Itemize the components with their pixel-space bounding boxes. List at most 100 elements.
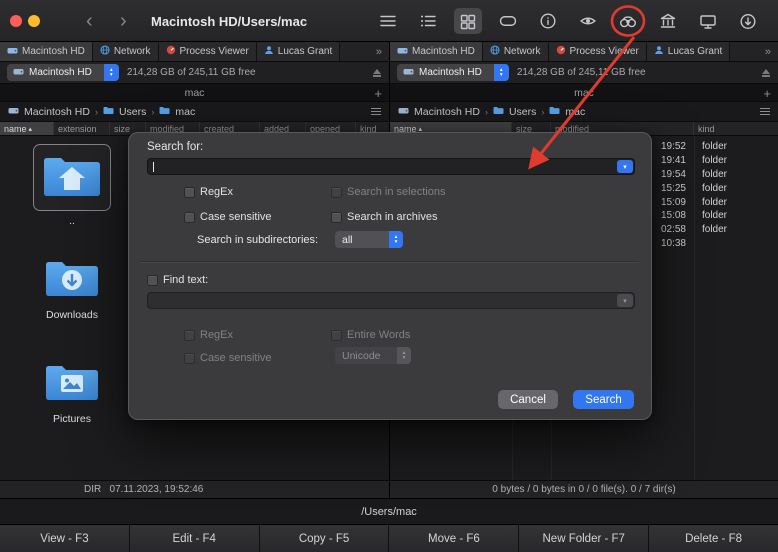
preview-eye-icon[interactable] bbox=[574, 8, 602, 34]
dual-pane-toggle-icon[interactable] bbox=[494, 8, 522, 34]
edit-f4-button[interactable]: Edit - F4 bbox=[130, 525, 260, 552]
right-tabbar: Macintosh HD Network Process Viewer Luca… bbox=[390, 42, 778, 62]
command-line[interactable]: /Users/mac bbox=[0, 498, 778, 524]
tab-lucas-grant[interactable]: Lucas Grant bbox=[647, 42, 730, 61]
forward-button[interactable]: › bbox=[120, 0, 127, 42]
cancel-button[interactable]: Cancel bbox=[498, 390, 558, 409]
left-status-bar: DIR 07.11.2023, 19:52:46 bbox=[0, 480, 389, 498]
breadcrumb-segment[interactable]: mac bbox=[175, 106, 195, 118]
tab-network[interactable]: Network bbox=[93, 42, 159, 61]
menu-icon[interactable] bbox=[374, 8, 402, 34]
download-icon[interactable] bbox=[734, 8, 762, 34]
find-case-sensitive-checkbox: Case sensitive bbox=[184, 352, 272, 364]
path-tab-label: mac bbox=[185, 87, 205, 99]
tab-overflow-icon[interactable]: » bbox=[369, 42, 389, 61]
tab-label: Lucas Grant bbox=[668, 46, 722, 57]
drive-icon bbox=[403, 67, 414, 79]
search-in-selections-checkbox: Search in selections bbox=[331, 186, 445, 198]
checkbox-box bbox=[184, 187, 195, 198]
find-regex-checkbox: RegEx bbox=[184, 329, 233, 341]
list-item[interactable]: Pictures bbox=[28, 358, 116, 425]
drive-select[interactable]: Macintosh HD ▴▾ bbox=[7, 64, 119, 81]
process-viewer-gauge-icon bbox=[166, 45, 176, 58]
tab-process-viewer[interactable]: Process Viewer bbox=[159, 42, 257, 61]
add-tab-button[interactable]: + bbox=[763, 84, 771, 102]
display-icon[interactable] bbox=[694, 8, 722, 34]
bank-icon[interactable] bbox=[654, 8, 682, 34]
add-tab-button[interactable]: + bbox=[374, 84, 382, 102]
find-text-input: ▾ bbox=[147, 292, 635, 309]
breadcrumb-menu-icon[interactable] bbox=[760, 108, 770, 116]
tab-macintosh-hd[interactable]: Macintosh HD bbox=[390, 42, 483, 61]
chevron-right-icon: › bbox=[151, 107, 154, 117]
checkbox-box bbox=[331, 212, 342, 223]
search-in-archives-checkbox[interactable]: Search in archives bbox=[331, 211, 438, 223]
subdirectories-value: all bbox=[342, 234, 353, 246]
drive-select[interactable]: Macintosh HD ▴▾ bbox=[397, 64, 509, 81]
column-header-extension[interactable]: extension bbox=[54, 122, 110, 135]
copy-f5-button[interactable]: Copy - F5 bbox=[260, 525, 390, 552]
tab-lucas-grant[interactable]: Lucas Grant bbox=[257, 42, 340, 61]
breadcrumb-segment[interactable]: Macintosh HD bbox=[24, 106, 90, 118]
user-icon bbox=[654, 45, 664, 58]
breadcrumb-menu-icon[interactable] bbox=[371, 108, 381, 116]
list-item[interactable]: Downloads bbox=[28, 254, 116, 321]
close-button[interactable] bbox=[10, 15, 22, 27]
breadcrumb-segment[interactable]: Macintosh HD bbox=[414, 106, 480, 118]
view-f3-button[interactable]: View - F3 bbox=[0, 525, 130, 552]
find-text-checkbox[interactable]: Find text: bbox=[147, 274, 208, 286]
chevron-right-icon: › bbox=[541, 107, 544, 117]
stepper-icon: ▴▾ bbox=[104, 64, 119, 81]
right-path-tab[interactable]: mac + bbox=[390, 84, 778, 102]
column-header-kind[interactable]: kind bbox=[694, 122, 778, 135]
grid-view-icon[interactable] bbox=[454, 8, 482, 34]
network-globe-icon bbox=[490, 45, 500, 58]
path-tab-label: mac bbox=[574, 87, 594, 99]
item-label: .. bbox=[69, 215, 75, 227]
regex-checkbox[interactable]: RegEx bbox=[184, 186, 233, 198]
minimize-button[interactable] bbox=[28, 15, 40, 27]
eject-icon[interactable] bbox=[761, 68, 771, 78]
left-path-tab[interactable]: mac + bbox=[0, 84, 389, 102]
tab-macintosh-hd[interactable]: Macintosh HD bbox=[0, 42, 93, 61]
breadcrumb-segment[interactable]: Users bbox=[119, 106, 146, 118]
search-binoculars-icon[interactable] bbox=[614, 8, 642, 34]
checkbox-box bbox=[184, 330, 195, 341]
file-manager-window: ‹ › Macintosh HD/Users/mac bbox=[0, 0, 778, 552]
breadcrumb-segment[interactable]: Users bbox=[509, 106, 536, 118]
left-breadcrumb: Macintosh HD › Users › mac bbox=[0, 102, 389, 122]
stepper-icon: ▴▾ bbox=[397, 347, 411, 364]
home-folder-icon bbox=[40, 194, 104, 206]
titlebar: ‹ › Macintosh HD/Users/mac bbox=[0, 0, 778, 42]
search-dialog: Search for: ▾ RegEx Search in selections… bbox=[128, 132, 652, 420]
info-icon[interactable] bbox=[534, 8, 562, 34]
column-header-name[interactable]: name▴ bbox=[0, 122, 54, 135]
search-button[interactable]: Search bbox=[573, 390, 634, 409]
eject-icon[interactable] bbox=[372, 68, 382, 78]
tab-process-viewer[interactable]: Process Viewer bbox=[549, 42, 647, 61]
list-item[interactable]: .. bbox=[28, 144, 116, 227]
list-view-icon[interactable] bbox=[414, 8, 442, 34]
back-button[interactable]: ‹ bbox=[86, 0, 93, 42]
tab-overflow-icon[interactable]: » bbox=[758, 42, 778, 61]
selection-ring bbox=[33, 144, 111, 211]
encoding-select: Unicode ▴▾ bbox=[335, 347, 411, 364]
drive-icon bbox=[397, 46, 408, 58]
search-for-label: Search for: bbox=[147, 141, 203, 153]
drive-icon bbox=[13, 67, 24, 79]
tab-label: Process Viewer bbox=[180, 46, 249, 57]
new-folder-f7-button[interactable]: New Folder - F7 bbox=[519, 525, 649, 552]
tab-network[interactable]: Network bbox=[483, 42, 549, 61]
case-sensitive-checkbox[interactable]: Case sensitive bbox=[184, 211, 272, 223]
entire-words-checkbox: Entire Words bbox=[331, 329, 410, 341]
right-status-bar: 0 bytes / 0 bytes in 0 / 0 file(s). 0 / … bbox=[390, 480, 778, 498]
move-f6-button[interactable]: Move - F6 bbox=[389, 525, 519, 552]
function-key-bar: View - F3 Edit - F4 Copy - F5 Move - F6 … bbox=[0, 524, 778, 552]
search-input[interactable]: ▾ bbox=[147, 158, 635, 175]
breadcrumb-segment[interactable]: mac bbox=[565, 106, 585, 118]
user-icon bbox=[264, 45, 274, 58]
delete-f8-button[interactable]: Delete - F8 bbox=[649, 525, 778, 552]
subdirectories-select[interactable]: all ▴▾ bbox=[335, 231, 403, 248]
combo-chevron-icon[interactable]: ▾ bbox=[617, 160, 633, 173]
item-label: Pictures bbox=[53, 413, 91, 425]
